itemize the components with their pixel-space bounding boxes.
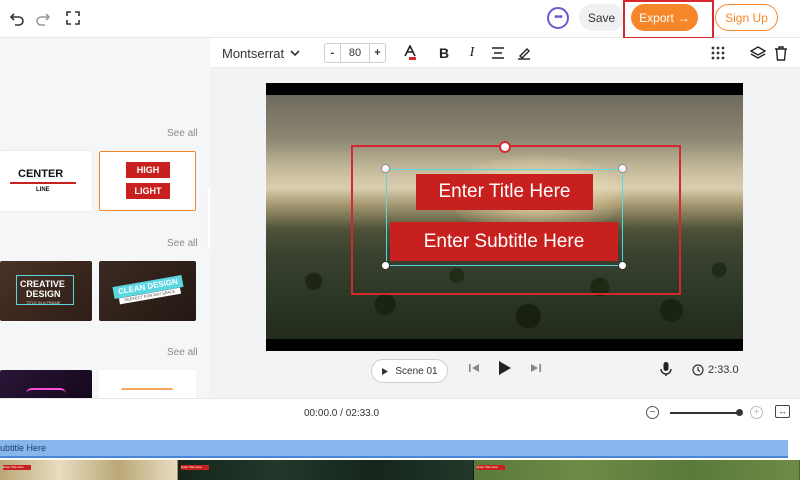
- time-readout: 00:00.0 / 02:33.0: [304, 408, 380, 419]
- play-small-icon: [382, 367, 389, 375]
- template-card-outline[interactable]: [99, 370, 196, 398]
- highlight-pen-icon[interactable]: [516, 45, 532, 61]
- subtitle-text-box[interactable]: Enter Subtitle Here: [390, 222, 618, 261]
- scene-selector-button[interactable]: Scene 01: [371, 359, 448, 383]
- chevron-down-icon: [290, 50, 300, 57]
- template-text: CENTER: [18, 168, 64, 180]
- fullscreen-icon[interactable]: [63, 8, 83, 28]
- zoom-slider[interactable]: [670, 412, 740, 414]
- scene-label: Scene 01: [395, 365, 438, 377]
- skip-forward-icon[interactable]: [530, 362, 542, 377]
- text-track-underline: [0, 456, 788, 458]
- template-text: CREATIVE: [20, 279, 65, 289]
- microphone-icon[interactable]: [660, 361, 672, 380]
- thumb-caption: Enter Title Here: [477, 465, 505, 470]
- template-card-neon[interactable]: [0, 370, 92, 398]
- redo-icon[interactable]: [33, 8, 53, 28]
- duration-readout: 2:33.0: [692, 364, 739, 376]
- template-card-clean-design[interactable]: CLEAN DESIGN PERFECT FOR ANY SPACE: [99, 261, 196, 321]
- export-button[interactable]: Export →: [631, 4, 698, 31]
- playback-controls: Scene 01 2:33.0: [210, 356, 800, 386]
- save-button[interactable]: Save: [579, 4, 624, 31]
- template-card-creative-design[interactable]: CREATIVE DESIGN TITLE IN A FRAME: [0, 261, 92, 321]
- duration-value: 2:33.0: [708, 364, 739, 376]
- outline-shape: [121, 388, 173, 398]
- rotate-handle-icon[interactable]: [499, 141, 511, 153]
- resize-handle[interactable]: [618, 164, 627, 173]
- thumb-caption: Enter Title Here: [3, 465, 31, 470]
- text-color-icon[interactable]: [402, 45, 418, 61]
- video-preview[interactable]: Enter Title Here Enter Subtitle Here: [266, 83, 743, 351]
- undo-icon[interactable]: [7, 8, 27, 28]
- italic-icon[interactable]: I: [464, 45, 480, 61]
- resize-handle[interactable]: [381, 261, 390, 270]
- video-clip-thumbnail[interactable]: Enter Title Here: [0, 460, 178, 480]
- see-all-link[interactable]: See all: [167, 128, 198, 139]
- template-divider: [10, 182, 76, 184]
- bold-icon[interactable]: B: [436, 45, 452, 61]
- font-size-value[interactable]: 80: [340, 44, 370, 62]
- title-text-box[interactable]: Enter Title Here: [416, 174, 593, 210]
- canvas-area: Enter Title Here Enter Subtitle Here: [210, 68, 800, 398]
- clock-icon: [692, 364, 704, 376]
- thumb-caption: Enter Title Here: [181, 465, 209, 470]
- see-all-link[interactable]: See all: [167, 347, 198, 358]
- template-card-center-line[interactable]: CENTER LINE: [0, 151, 92, 211]
- see-all-link[interactable]: See all: [167, 238, 198, 249]
- template-text: DESIGN: [26, 289, 61, 299]
- decrease-size-button[interactable]: -: [325, 47, 340, 59]
- zoom-in-icon[interactable]: +: [750, 406, 763, 419]
- video-track[interactable]: Enter Title Here Enter Title Here Enter …: [0, 460, 800, 480]
- video-clip-thumbnail[interactable]: Enter Title Here: [474, 460, 800, 480]
- resize-handle[interactable]: [381, 164, 390, 173]
- template-text: LINE: [36, 187, 50, 193]
- zoom-out-icon[interactable]: −: [646, 406, 659, 419]
- layers-icon[interactable]: [750, 45, 766, 61]
- template-text: HIGH: [126, 162, 170, 178]
- template-text: TITLE IN A FRAME: [26, 300, 61, 305]
- font-size-stepper[interactable]: - 80 +: [324, 43, 386, 63]
- increase-size-button[interactable]: +: [370, 47, 385, 59]
- chat-icon[interactable]: •••: [547, 7, 569, 29]
- grid-icon[interactable]: [710, 45, 726, 61]
- export-label: Export: [639, 10, 674, 25]
- font-name: Montserrat: [222, 45, 285, 61]
- signup-button[interactable]: Sign Up: [715, 4, 778, 31]
- trash-icon[interactable]: [773, 45, 789, 61]
- neon-shape: [26, 388, 66, 398]
- template-panel: See all CENTER LINE HIGH LIGHT See all C…: [0, 38, 210, 398]
- font-family-select[interactable]: Montserrat: [222, 44, 300, 62]
- align-center-icon[interactable]: [490, 45, 506, 61]
- text-track-clip[interactable]: ubtitle Here: [0, 440, 788, 456]
- fit-timeline-icon[interactable]: ↔: [775, 405, 790, 418]
- resize-handle[interactable]: [618, 261, 627, 270]
- play-icon[interactable]: [498, 360, 512, 379]
- template-text: LIGHT: [126, 183, 170, 199]
- skip-back-icon[interactable]: [468, 362, 480, 377]
- template-card-highlight[interactable]: HIGH LIGHT: [99, 151, 196, 211]
- text-toolbar: Montserrat - 80 + B I: [210, 38, 800, 68]
- timeline-header: 00:00.0 / 02:33.0 − + ↔: [0, 398, 800, 428]
- top-bar: ••• Save Export → Sign Up: [0, 0, 800, 39]
- video-clip-thumbnail[interactable]: Enter Title Here: [178, 460, 474, 480]
- arrow-right-icon: →: [677, 10, 690, 25]
- zoom-slider-knob[interactable]: [736, 409, 743, 416]
